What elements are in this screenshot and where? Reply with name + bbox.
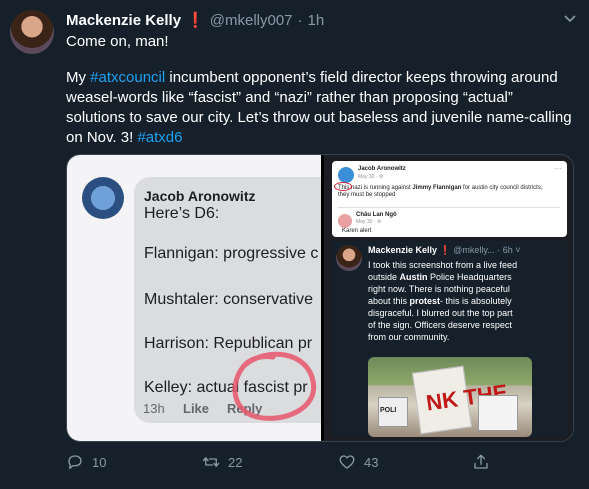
embedded-text-part: outside xyxy=(368,272,400,282)
tweet-text-part: on Nov. 3! xyxy=(66,129,138,146)
reply-count: 10 xyxy=(92,454,107,470)
embedded-meta: @mkelly... · 6h ˅ xyxy=(453,245,521,255)
tweet-text-part: incumbent opponent’s field director keep… xyxy=(165,69,558,86)
fb-post-text: This nazi is running against Jimmy Flann… xyxy=(338,185,548,199)
hashtag-atxcouncil[interactable]: #atxcouncil xyxy=(90,69,165,86)
tweet[interactable]: Mackenzie Kelly ❗ @mkelly007 · 1h Come o… xyxy=(0,0,589,489)
embedded-text-part: Police Headquarters xyxy=(427,272,512,282)
reply-button[interactable]: 10 xyxy=(66,452,106,472)
retweet-icon xyxy=(202,457,220,467)
embedded-text-line: about this protest- this is absolutely xyxy=(368,295,512,307)
more-options-icon: ··· xyxy=(554,164,562,173)
tweet-text-line-2: My #atxcouncil incumbent opponent’s fiel… xyxy=(66,68,558,88)
retweet-count: 22 xyxy=(228,454,243,470)
meta-separator: · xyxy=(297,11,303,29)
embedded-author-name: Mackenzie Kelly xyxy=(368,245,438,255)
embedded-text-line: right now. There is nothing peaceful xyxy=(368,284,510,294)
embedded-text-line: from our community. xyxy=(368,332,450,342)
like-count: 43 xyxy=(364,454,379,470)
commenter-avatar xyxy=(82,177,124,219)
comment-like-link: Like xyxy=(183,401,210,416)
embedded-text-line: disgraceful. I blurred out the top part xyxy=(368,308,513,318)
red-circle-annotation xyxy=(232,351,317,421)
fb-commenter-avatar xyxy=(338,214,352,228)
tweet-actions: 10 22 43 xyxy=(66,452,526,472)
reply-icon xyxy=(68,455,82,470)
red-circle-annotation xyxy=(334,182,352,191)
embedded-text-bold: protest xyxy=(409,296,441,306)
author-avatar[interactable] xyxy=(10,10,54,54)
media-right-screenshot[interactable]: Jacob Aronowitz May 30 · ⚙ ··· This nazi… xyxy=(324,155,573,441)
author-handle[interactable]: @mkelly007 xyxy=(210,12,293,29)
fb-author-name: Jacob Aronowitz xyxy=(358,166,406,172)
share-button[interactable] xyxy=(472,452,490,472)
fb-author-avatar xyxy=(338,167,354,183)
chevron-down-icon[interactable] xyxy=(563,12,577,26)
tweet-text-line-1: Come on, man! xyxy=(66,33,169,50)
fb-post-date: May 30 · ⚙ xyxy=(358,174,384,180)
hashtag-atxd6[interactable]: #atxd6 xyxy=(137,129,182,146)
fb-comment: Châu Lan Ngô May 30 · ⚙ Karen alert xyxy=(338,207,560,234)
like-button[interactable]: 43 xyxy=(338,452,378,472)
share-icon xyxy=(474,454,488,469)
comment-line: Here’s D6: xyxy=(144,205,220,222)
fb-commenter-name: Châu Lan Ngô xyxy=(356,212,397,218)
embedded-text-part: - this is absolutely xyxy=(440,296,512,306)
embedded-text-line: of the sign. Officers deserve respect xyxy=(368,320,512,330)
tweet-text-part: My xyxy=(66,69,91,86)
retweet-button[interactable]: 22 xyxy=(202,452,242,472)
protest-photo: POLI NK THE xyxy=(368,357,532,437)
fb-comment-date: May 30 · ⚙ xyxy=(356,219,382,225)
embedded-text-line: outside Austin Police Headquarters xyxy=(368,271,512,283)
protest-sign xyxy=(478,395,518,431)
embedded-tweet-header: Mackenzie Kelly ❗ @mkelly... · 6h ˅ xyxy=(368,245,521,256)
tweet-text-line-5: on Nov. 3! #atxd6 xyxy=(66,128,182,148)
tweet-header: Mackenzie Kelly ❗ @mkelly007 · 1h xyxy=(66,10,324,30)
exclamation-icon: ❗ xyxy=(439,245,451,255)
fb-text-highlight: Jimmy Flannigan xyxy=(412,185,462,191)
tweet-timestamp[interactable]: 1h xyxy=(308,12,325,29)
tweet-text-line-3: weasel-words like “fascist” and “nazi” r… xyxy=(66,89,513,106)
tweet-media[interactable]: Jacob Aronowitz Here’s D6: Flannigan: pr… xyxy=(66,154,574,442)
comment-author: Jacob Aronowitz xyxy=(144,188,256,204)
protest-sign-text: POLI xyxy=(380,407,397,414)
comment-line: Flannigan: progressive c xyxy=(144,245,319,262)
embedded-text-part: about this xyxy=(368,296,410,306)
embedded-text-line: I took this screenshot from a live feed xyxy=(368,260,518,270)
tweet-text-line-4: solutions to save our city. Let’s throw … xyxy=(66,109,572,126)
author-display-name[interactable]: Mackenzie Kelly xyxy=(66,12,181,29)
facebook-post: Jacob Aronowitz May 30 · ⚙ ··· This nazi… xyxy=(332,161,567,237)
media-left-screenshot[interactable]: Jacob Aronowitz Here’s D6: Flannigan: pr… xyxy=(67,155,321,441)
exclamation-icon: ❗ xyxy=(186,12,205,29)
embedded-text-bold: Austin xyxy=(399,272,428,282)
embedded-author-avatar xyxy=(336,245,362,271)
embedded-tweet-screenshot: Mackenzie Kelly ❗ @mkelly... · 6h ˅ I to… xyxy=(332,241,567,437)
comment-time: 13h xyxy=(143,401,165,416)
fb-comment-text: Karen alert xyxy=(342,228,372,234)
heart-icon xyxy=(339,455,355,469)
comment-line: Mushtaler: conservative xyxy=(144,291,313,308)
